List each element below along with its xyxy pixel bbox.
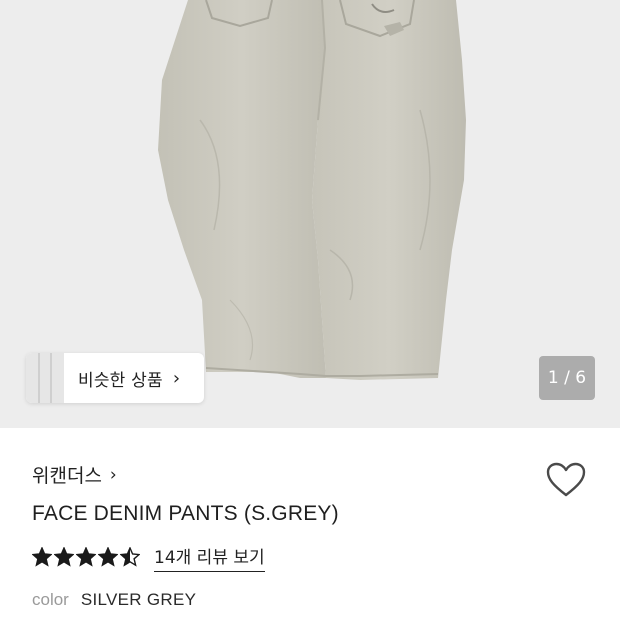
chevron-right-icon: › xyxy=(109,464,117,485)
star-icon xyxy=(32,547,52,567)
similar-products-label: 비슷한 상품 xyxy=(78,370,163,391)
chevron-right-icon: › xyxy=(172,367,181,389)
star-rating xyxy=(32,547,142,567)
star-icon xyxy=(76,547,96,567)
similar-products-button[interactable]: 비슷한 상품 › xyxy=(26,353,204,403)
reviews-link[interactable]: 14개 리뷰 보기 xyxy=(154,543,265,572)
color-value: SILVER GREY xyxy=(80,590,197,609)
product-title: FACE DENIM PANTS (S.GREY) xyxy=(32,502,339,525)
brand-link[interactable]: 위캔더스 › xyxy=(32,461,117,488)
star-icon xyxy=(54,547,74,567)
rating-row: 14개 리뷰 보기 xyxy=(32,543,265,572)
color-label: color xyxy=(32,590,69,609)
similar-product-thumbnail xyxy=(26,353,64,403)
product-image-gallery[interactable]: 비슷한 상품 › 1 / 6 xyxy=(0,0,620,428)
brand-name: 위캔더스 xyxy=(32,465,102,487)
color-row: color SILVER GREY xyxy=(32,590,196,610)
star-icon xyxy=(120,547,140,567)
image-counter: 1 / 6 xyxy=(539,356,595,400)
heart-outline-icon[interactable] xyxy=(545,461,587,499)
star-icon xyxy=(98,547,118,567)
